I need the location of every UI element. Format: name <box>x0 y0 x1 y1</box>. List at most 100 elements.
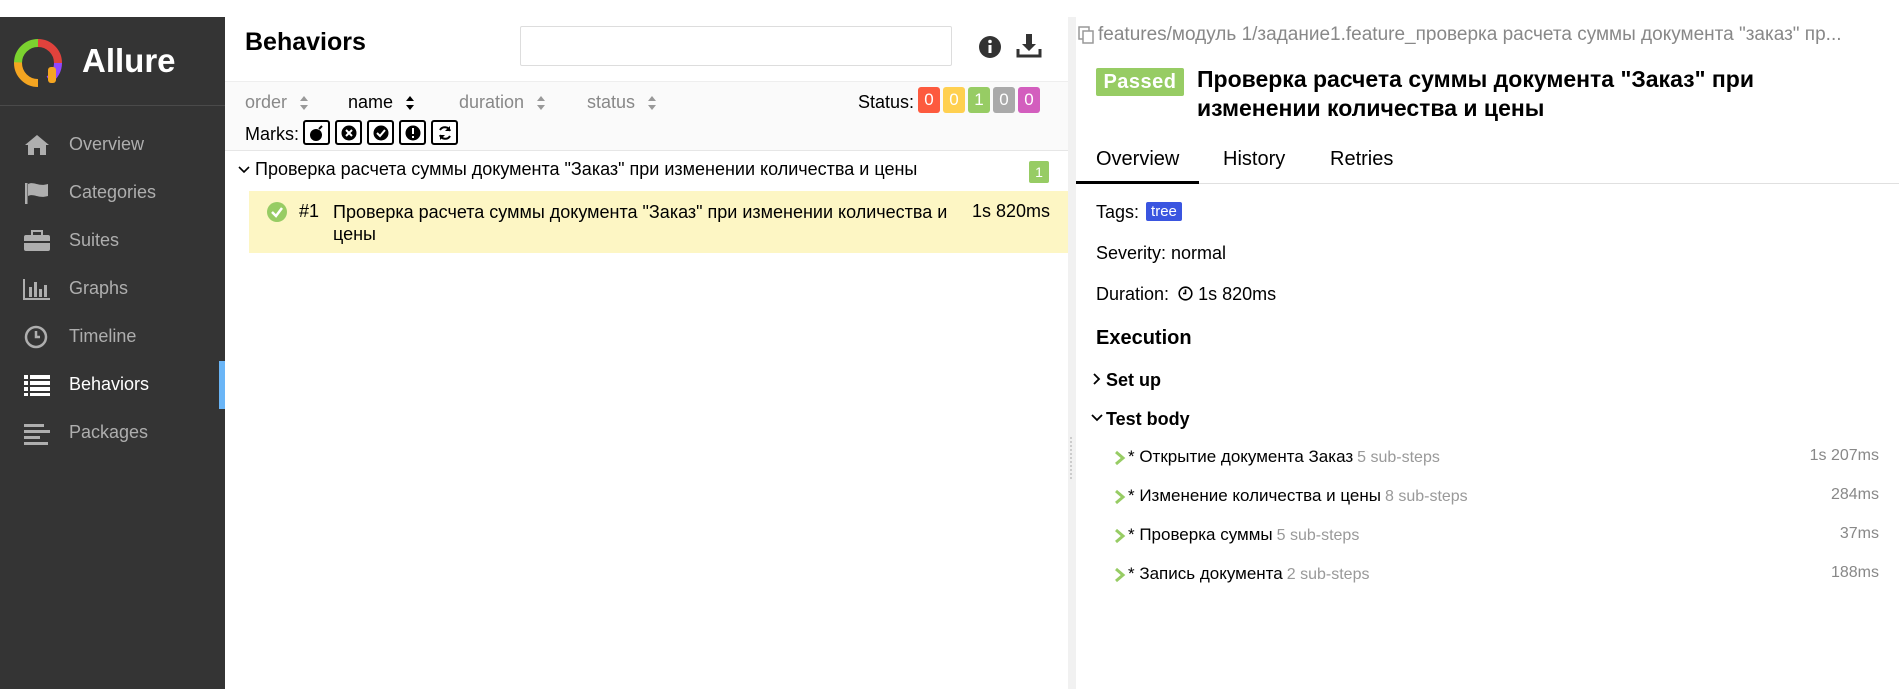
tab-overview[interactable]: Overview <box>1076 141 1200 184</box>
sort-label: order <box>245 92 288 112</box>
sidebar-item-suites[interactable]: Suites <box>0 217 225 265</box>
copy-icon[interactable] <box>1076 25 1098 45</box>
step-duration: 37ms <box>1839 525 1879 542</box>
clock-icon <box>24 325 48 349</box>
app-name: Allure <box>82 42 176 79</box>
sidebar-item-categories[interactable]: Categories <box>0 169 225 217</box>
step-name: * Запись документа <box>1128 564 1283 583</box>
status-filter-label: Status: <box>858 92 915 112</box>
flag-icon <box>25 183 48 204</box>
bomb-icon <box>310 125 323 141</box>
duration-label: Duration: <box>1096 284 1170 304</box>
brand[interactable]: Allure <box>0 17 225 105</box>
sidebar-item-label: Overview <box>69 134 145 154</box>
status-passed-count[interactable]: 1 <box>968 87 990 113</box>
test-number: #1 <box>299 201 320 221</box>
step-duration: 1s 207ms <box>1809 447 1879 464</box>
controls-bar: order name duration status Status: 0 0 1… <box>225 81 1069 151</box>
test-row[interactable]: #1 Проверка расчета суммы документа "Зак… <box>249 191 1069 253</box>
tab-history[interactable]: History <box>1203 141 1305 184</box>
sidebar-item-timeline[interactable]: Timeline <box>0 313 225 361</box>
times-circle-icon <box>341 125 357 141</box>
setup-label: Set up <box>1106 370 1162 390</box>
step-substeps: 8 sub-steps <box>1384 488 1468 505</box>
chevron-right-icon <box>1115 528 1126 544</box>
sidebar-divider <box>0 105 225 106</box>
list-icon <box>24 375 50 396</box>
status-skipped-count[interactable]: 0 <box>993 87 1015 113</box>
tab-retries[interactable]: Retries <box>1310 141 1413 184</box>
sort-name[interactable]: name <box>348 92 415 113</box>
setup-section[interactable]: Set up <box>1090 370 1161 391</box>
execution-title: Execution <box>1096 327 1192 349</box>
breadcrumb-path[interactable]: features/модуль 1/задание1.feature_прове… <box>1098 24 1842 45</box>
test-duration: 1s 820ms <box>971 201 1050 221</box>
info-icon[interactable] <box>977 34 1003 60</box>
step-row[interactable]: * Проверка суммы 5 sub-steps 37ms <box>1114 524 1879 550</box>
step-substeps: 2 sub-steps <box>1286 566 1370 583</box>
sidebar-item-label: Behaviors <box>69 374 150 394</box>
mark-new-failed-toggle[interactable] <box>335 120 362 145</box>
step-duration: 284ms <box>1830 486 1879 503</box>
test-detail-title: Проверка расчета суммы документа "Заказ"… <box>1197 66 1754 121</box>
step-name: * Открытие документа Заказ <box>1128 447 1354 466</box>
group-count-badge: 1 <box>1029 161 1049 183</box>
test-body-section[interactable]: Test body <box>1090 409 1190 430</box>
test-body-label: Test body <box>1106 409 1190 429</box>
tag-badge: tree <box>1146 202 1182 221</box>
home-icon <box>25 135 49 155</box>
status-unknown-count[interactable]: 0 <box>1018 87 1040 113</box>
mark-retries-toggle[interactable] <box>431 120 458 145</box>
exclamation-icon <box>405 125 421 141</box>
step-duration: 188ms <box>1830 564 1879 581</box>
pane-splitter[interactable] <box>1068 17 1076 689</box>
bar-chart-icon <box>23 279 50 300</box>
step-row[interactable]: * Изменение количества и цены 8 sub-steps… <box>1114 485 1879 511</box>
splitter-grip[interactable] <box>1070 437 1074 479</box>
sidebar-item-packages[interactable]: Packages <box>0 409 225 457</box>
search-input[interactable] <box>520 26 952 66</box>
sidebar-item-label: Timeline <box>69 326 137 346</box>
status-broken-count[interactable]: 0 <box>943 87 965 113</box>
mark-new-broken-toggle[interactable] <box>399 120 426 145</box>
step-substeps: 5 sub-steps <box>1357 449 1440 466</box>
tags-label: Tags: <box>1096 202 1140 222</box>
sort-duration[interactable]: duration <box>459 92 546 113</box>
step-row[interactable]: * Открытие документа Заказ 5 sub-steps 1s… <box>1114 446 1879 472</box>
step-row[interactable]: * Запись документа 2 sub-steps 188ms <box>1114 563 1879 589</box>
sidebar: Allure Overview Categories Suites Graphs… <box>0 17 225 689</box>
sidebar-item-behaviors[interactable]: Behaviors <box>0 361 225 409</box>
status-failed-count[interactable]: 0 <box>918 87 940 113</box>
chevron-down-icon <box>238 166 250 174</box>
sort-status[interactable]: status <box>587 92 657 113</box>
browser-top-strip <box>0 0 1899 17</box>
clock-icon <box>1178 286 1193 301</box>
briefcase-icon <box>24 230 50 251</box>
sort-icon <box>300 95 309 110</box>
group-title: Проверка расчета суммы документа "Заказ"… <box>255 159 918 179</box>
mark-new-passed-toggle[interactable] <box>367 120 394 145</box>
sort-label: status <box>587 92 636 112</box>
step-substeps: 5 sub-steps <box>1276 527 1360 544</box>
sort-icon <box>537 95 546 110</box>
sidebar-item-label: Packages <box>69 422 149 442</box>
chevron-right-icon <box>1115 489 1126 505</box>
sidebar-item-graphs[interactable]: Graphs <box>0 265 225 313</box>
tree-group[interactable]: Проверка расчета суммы документа "Заказ"… <box>225 152 1069 190</box>
step-name: * Проверка суммы <box>1128 525 1273 544</box>
detail-tabs: Overview History Retries <box>1076 141 1899 184</box>
sort-order[interactable]: order <box>245 92 309 113</box>
sidebar-item-label: Graphs <box>69 278 129 298</box>
sidebar-item-label: Categories <box>69 182 157 202</box>
test-detail-pane: features/модуль 1/задание1.feature_прове… <box>1076 17 1899 689</box>
allure-logo <box>14 39 62 87</box>
sidebar-item-overview[interactable]: Overview <box>0 121 225 169</box>
mark-flaky-toggle[interactable] <box>303 120 330 145</box>
sort-icon <box>648 95 657 110</box>
download-icon[interactable] <box>1015 31 1043 59</box>
tags-row: Tags: tree <box>1096 202 1182 223</box>
sort-icon <box>406 95 415 110</box>
refresh-icon <box>439 126 451 140</box>
sort-label: name <box>348 92 394 112</box>
status-badge: Passed <box>1096 68 1184 96</box>
